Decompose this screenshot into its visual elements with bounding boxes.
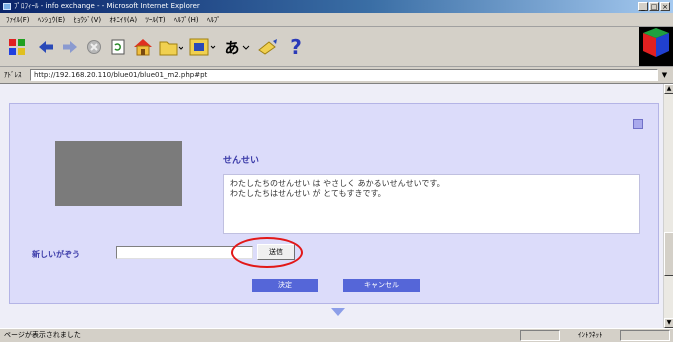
description-line: わたしたちのせんせい は やさしく あかるいせんせいです。 [230, 179, 445, 188]
profile-name: せんせい [223, 156, 260, 166]
status-zone: ｲﾝﾄﾗﾈｯﾄ [578, 331, 603, 339]
maximize-button[interactable]: □ [649, 2, 659, 11]
status-text: ページが表示されました [4, 331, 81, 339]
address-dropdown-icon[interactable]: ▼ [660, 70, 669, 80]
menu-item-extra[interactable]: ﾍﾙﾌﾟ [207, 13, 221, 27]
window-title: ﾌﾟﾛﾌｨｰﾙ - info exchange - - Microsoft In… [14, 2, 200, 10]
description-line: わたしたちはせんせい が とてもすきです。 [230, 189, 386, 198]
scroll-up-arrow-icon[interactable]: ▲ [664, 84, 673, 94]
font-size-icon[interactable]: あ [222, 36, 252, 58]
scroll-down-arrow-icon[interactable]: ▼ [664, 318, 673, 328]
close-panel-icon[interactable] [633, 119, 643, 129]
help-glyph: ? [290, 35, 302, 59]
address-label: ｱﾄﾞﾚｽ [4, 71, 22, 79]
menu-item-file[interactable]: ﾌｧｲﾙ(F) [6, 13, 30, 27]
throbber-icon [639, 27, 673, 66]
answer-input[interactable] [116, 246, 253, 259]
page-content: せんせい わたしたちのせんせい は やさしく あかるいせんせいです。 わたしたち… [0, 84, 663, 328]
windows-logo-icon[interactable] [6, 36, 28, 58]
cancel-button[interactable]: キャンセル [343, 279, 420, 292]
media-icon[interactable] [188, 36, 218, 58]
window-controls: _ □ × [638, 2, 670, 11]
menu-item-view[interactable]: ﾋｮｳｼﾞ(V) [73, 13, 101, 27]
address-input[interactable]: http://192.168.20.110/blue01/blue01_m2.p… [30, 69, 658, 81]
menu-bar: ﾌｧｲﾙ(F) ﾍﾝｼｭｳ(E) ﾋｮｳｼﾞ(V) ｵｷﾆｲﾘ(A) ﾂｰﾙ(T… [0, 13, 673, 27]
answer-label: 新しいがぞう [32, 250, 80, 259]
profile-panel: せんせい わたしたちのせんせい は やさしく あかるいせんせいです。 わたしたち… [9, 103, 659, 304]
status-pane [520, 330, 560, 341]
forward-icon[interactable] [60, 36, 80, 58]
minimize-button[interactable]: _ [638, 2, 648, 11]
app-icon [3, 3, 11, 10]
stop-icon[interactable] [84, 36, 104, 58]
vertical-scrollbar[interactable]: ▲ ▼ [663, 84, 673, 328]
close-button[interactable]: × [660, 2, 670, 11]
help-icon[interactable]: ? [286, 35, 306, 59]
profile-photo [55, 141, 182, 206]
address-bar: ｱﾄﾞﾚｽ http://192.168.20.110/blue01/blue0… [0, 67, 673, 84]
ok-button[interactable]: 決定 [252, 279, 318, 292]
mail-icon[interactable] [256, 36, 280, 58]
refresh-icon[interactable] [108, 36, 128, 58]
favorites-icon[interactable] [158, 36, 184, 58]
scroll-down-indicator-icon[interactable] [331, 308, 345, 316]
status-bar: ページが表示されました ｲﾝﾄﾗﾈｯﾄ [0, 328, 673, 342]
send-button[interactable]: 送信 [257, 244, 295, 260]
scrollbar-thumb[interactable] [664, 232, 673, 276]
menu-item-favorites[interactable]: ｵｷﾆｲﾘ(A) [109, 13, 137, 27]
menu-item-tools[interactable]: ﾂｰﾙ(T) [145, 13, 165, 27]
status-pane [620, 330, 670, 341]
profile-description: わたしたちのせんせい は やさしく あかるいせんせいです。 わたしたちはせんせい… [223, 174, 640, 234]
menu-item-help[interactable]: ﾍﾙﾌﾟ(H) [174, 13, 199, 27]
back-icon[interactable] [36, 36, 56, 58]
menu-item-edit[interactable]: ﾍﾝｼｭｳ(E) [38, 13, 65, 27]
home-icon[interactable] [132, 36, 154, 58]
toolbar: あ ? [0, 27, 673, 67]
title-bar: ﾌﾟﾛﾌｨｰﾙ - info exchange - - Microsoft In… [0, 0, 673, 13]
font-size-glyph: あ [224, 38, 240, 57]
